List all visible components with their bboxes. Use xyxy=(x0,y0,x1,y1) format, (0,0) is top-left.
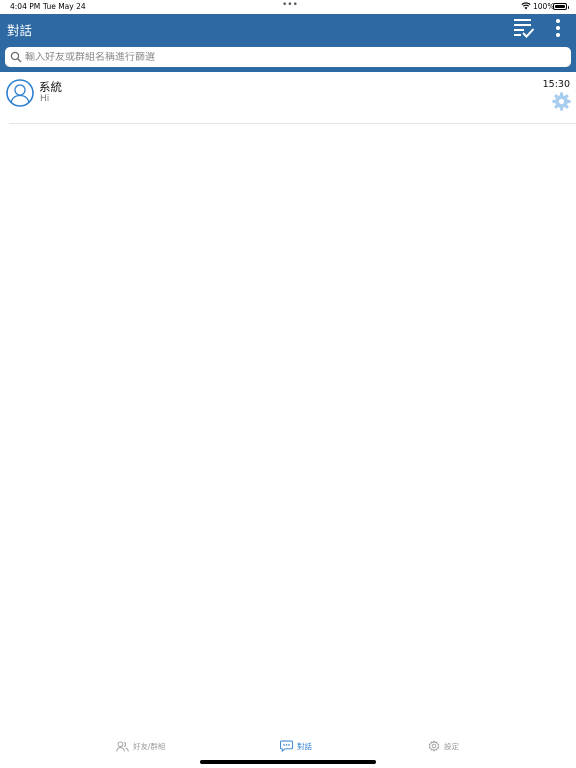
search-bar[interactable] xyxy=(5,47,571,67)
conversation-name: 系統 xyxy=(39,80,62,94)
status-bar: 4:04 PM Tue May 24 ••• 100% xyxy=(0,0,576,14)
more-vertical-icon xyxy=(556,19,560,37)
search-icon xyxy=(10,51,22,63)
settings-icon xyxy=(428,740,440,752)
multitasking-dots-icon[interactable]: ••• xyxy=(282,0,298,10)
chat-icon xyxy=(280,740,293,752)
conversation-time: 15:30 xyxy=(542,79,570,90)
battery-icon xyxy=(553,3,569,10)
conversation-row[interactable]: 系統 Hi 15:30 xyxy=(0,73,576,124)
status-date: Tue May 24 xyxy=(43,2,86,11)
app-header: 對話 xyxy=(0,14,576,72)
search-input[interactable] xyxy=(25,51,571,63)
more-options-button[interactable] xyxy=(549,17,567,39)
contacts-icon xyxy=(116,740,129,751)
multi-select-button[interactable] xyxy=(512,17,536,39)
app-window: 4:04 PM Tue May 24 ••• 100% 對話 輸入好友或群組名稱… xyxy=(0,0,576,768)
tab-contacts[interactable]: 好友/群組 xyxy=(116,738,166,754)
user-avatar-icon xyxy=(6,79,34,107)
tab-label: 好友/群組 xyxy=(133,741,166,751)
tab-settings[interactable]: 設定 xyxy=(428,738,459,754)
tab-label: 設定 xyxy=(444,741,459,751)
status-time: 4:04 PM xyxy=(10,2,41,11)
tab-chats[interactable]: 對話 xyxy=(280,738,312,754)
wifi-icon xyxy=(521,2,531,10)
list-divider xyxy=(9,123,576,124)
conversation-last-message: Hi xyxy=(40,94,50,104)
tab-bar: 好友/群組 對話 設定 xyxy=(0,734,576,758)
gear-icon[interactable] xyxy=(552,92,571,111)
battery-percent: 100% xyxy=(533,2,555,11)
tab-label: 對話 xyxy=(297,741,312,751)
home-indicator[interactable] xyxy=(200,760,376,764)
page-title: 對話 xyxy=(7,23,33,38)
checklist-icon xyxy=(514,19,535,38)
